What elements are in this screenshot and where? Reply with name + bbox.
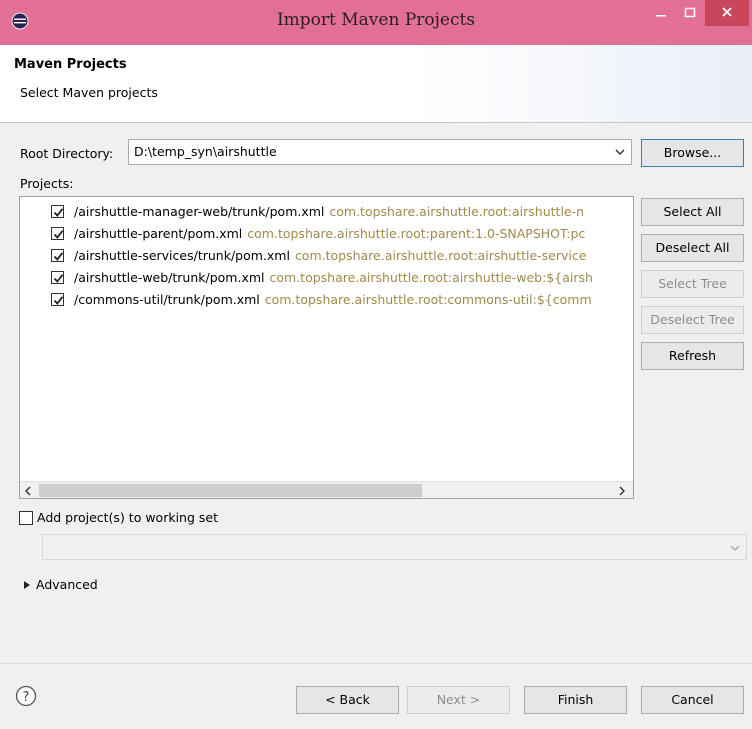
svg-text:?: ? <box>23 690 30 705</box>
project-path: /airshuttle-manager-web/trunk/pom.xml <box>74 204 325 219</box>
page-subtitle: Select Maven projects <box>20 85 158 100</box>
project-artifact: com.topshare.airshuttle.root:airshuttle-… <box>329 204 585 219</box>
project-path: /airshuttle-parent/pom.xml <box>74 226 243 241</box>
project-path: /commons-util/trunk/pom.xml <box>74 292 260 307</box>
working-set-combo[interactable] <box>42 534 747 560</box>
working-set-label[interactable]: Add project(s) to working set <box>37 510 218 525</box>
checkmark-icon <box>53 252 64 261</box>
page-title: Maven Projects <box>14 57 127 72</box>
project-artifact: com.topshare.airshuttle.root:commons-uti… <box>264 292 592 307</box>
project-checkbox[interactable] <box>51 227 64 240</box>
checkmark-icon <box>53 230 64 239</box>
next-button[interactable]: Next > <box>407 686 510 714</box>
browse-button[interactable]: Browse... <box>641 139 744 167</box>
projects-tree[interactable]: /airshuttle-manager-web/trunk/pom.xml com… <box>19 196 634 499</box>
project-row[interactable]: /airshuttle-manager-web/trunk/pom.xml com… <box>20 201 631 223</box>
close-icon <box>722 7 732 17</box>
project-artifact: com.topshare.airshuttle.root:parent:1.0-… <box>247 226 586 241</box>
root-directory-value: D:\temp_syn\airshuttle <box>134 144 277 159</box>
deselect-tree-button[interactable]: Deselect Tree <box>641 306 744 334</box>
project-checkbox[interactable] <box>51 249 64 262</box>
project-checkbox[interactable] <box>51 293 64 306</box>
checkmark-icon <box>53 296 64 305</box>
minimize-button[interactable] <box>647 0 675 26</box>
help-icon[interactable]: ? <box>15 685 37 707</box>
chevron-down-icon[interactable] <box>615 148 625 156</box>
project-row[interactable]: /airshuttle-services/trunk/pom.xml com.to… <box>20 245 631 267</box>
project-row[interactable]: /commons-util/trunk/pom.xml com.topshare.… <box>20 289 631 311</box>
horizontal-scrollbar[interactable] <box>20 481 633 498</box>
import-maven-projects-dialog: Import Maven Projects Maven Projects Sel… <box>0 0 752 729</box>
window-title: Import Maven Projects <box>276 10 476 30</box>
project-row[interactable]: /airshuttle-parent/pom.xml com.topshare.a… <box>20 223 631 245</box>
root-directory-combo[interactable]: D:\temp_syn\airshuttle <box>128 139 632 165</box>
project-artifact: com.topshare.airshuttle.root:airshuttle-… <box>294 248 587 263</box>
working-set-checkbox[interactable] <box>19 511 33 525</box>
deselect-all-button[interactable]: Deselect All <box>641 234 744 262</box>
title-bar[interactable]: Import Maven Projects <box>0 0 752 45</box>
project-path: /airshuttle-web/trunk/pom.xml <box>74 270 265 285</box>
projects-label: Projects: <box>20 176 74 191</box>
project-checkbox[interactable] <box>51 205 64 218</box>
root-directory-label: Root Directory: <box>20 146 114 161</box>
back-button[interactable]: < Back <box>296 686 399 714</box>
maximize-button[interactable] <box>676 0 704 26</box>
chevron-left-icon[interactable] <box>24 486 32 496</box>
checkmark-icon <box>53 274 64 283</box>
finish-button[interactable]: Finish <box>524 686 627 714</box>
advanced-toggle[interactable]: Advanced <box>36 577 98 592</box>
project-row[interactable]: /airshuttle-web/trunk/pom.xml com.topshar… <box>20 267 631 289</box>
project-artifact: com.topshare.airshuttle.root:airshuttle-… <box>269 270 593 285</box>
expand-triangle-icon[interactable] <box>23 580 31 590</box>
select-all-button[interactable]: Select All <box>641 198 744 226</box>
chevron-right-icon[interactable] <box>618 486 626 496</box>
cancel-button[interactable]: Cancel <box>641 686 744 714</box>
minimize-icon <box>656 15 666 17</box>
refresh-button[interactable]: Refresh <box>641 342 744 370</box>
close-button[interactable] <box>705 0 749 26</box>
checkmark-icon <box>53 208 64 217</box>
project-path: /airshuttle-services/trunk/pom.xml <box>74 248 290 263</box>
footer-divider <box>0 663 752 664</box>
wizard-header: Maven Projects Select Maven projects <box>0 45 752 123</box>
chevron-down-icon[interactable] <box>730 544 740 552</box>
scrollbar-thumb[interactable] <box>39 484 422 497</box>
maximize-icon <box>684 7 696 18</box>
select-tree-button[interactable]: Select Tree <box>641 270 744 298</box>
project-checkbox[interactable] <box>51 271 64 284</box>
